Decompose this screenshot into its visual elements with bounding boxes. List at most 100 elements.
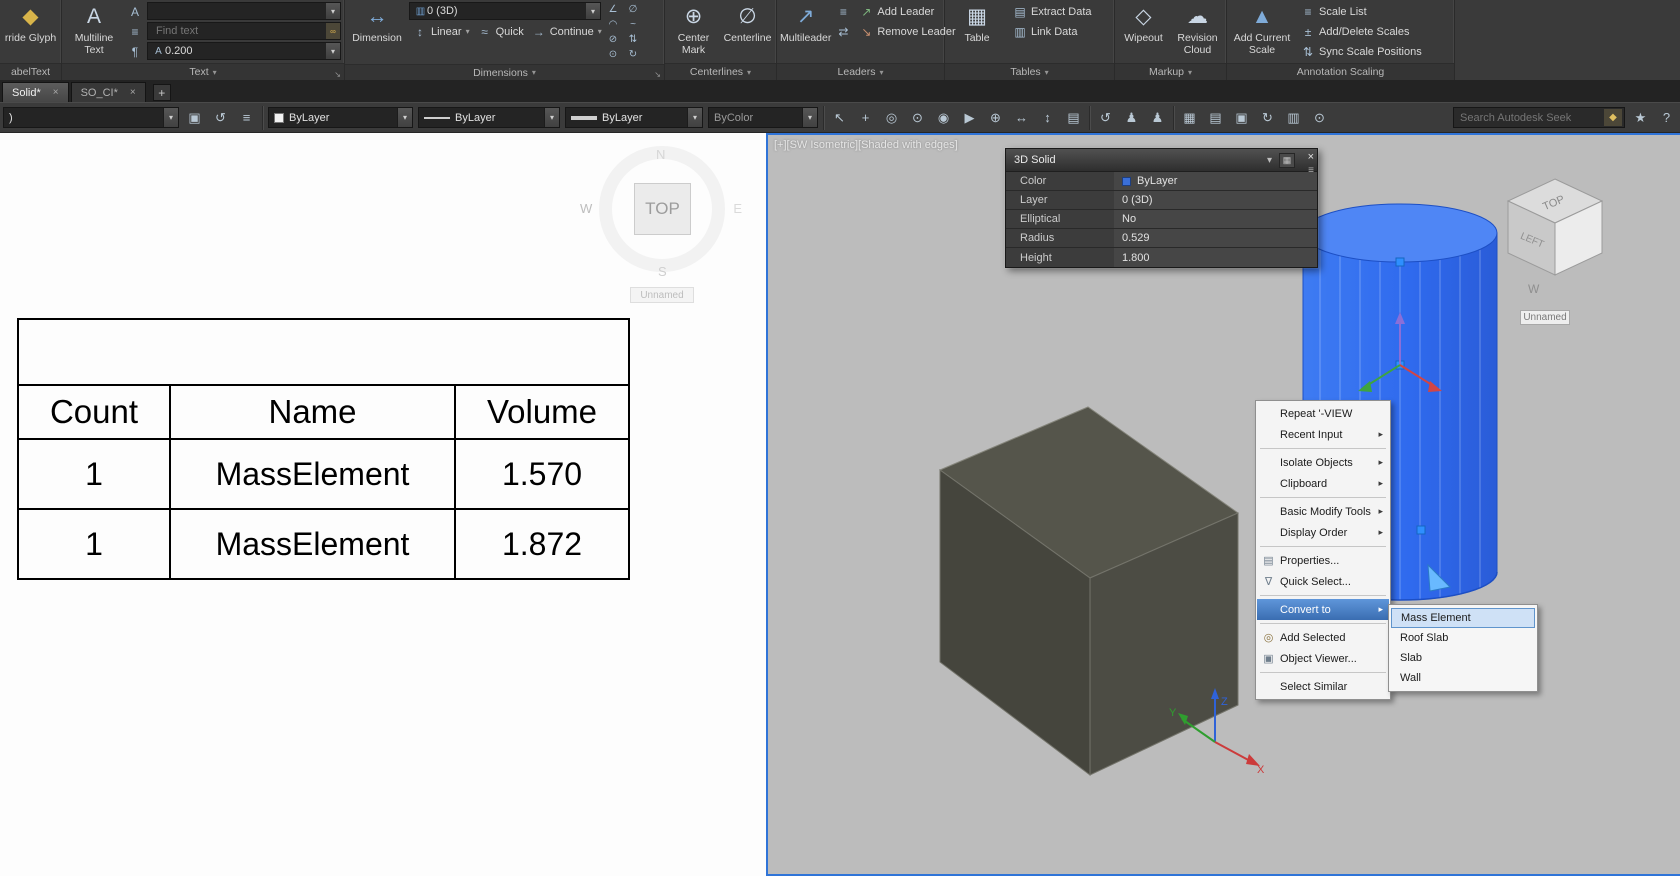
compass-east-label[interactable]: E <box>733 201 742 216</box>
panel-label-centerlines[interactable]: Centerlines ▾ <box>665 63 776 80</box>
panel-label-markup[interactable]: Markup ▾ <box>1115 63 1226 80</box>
viewport-controls-label[interactable]: [+][SW Isometric][Shaded with edges] <box>774 139 958 151</box>
extract-data-button[interactable]: ▤ Extract Data <box>1009 2 1096 21</box>
layer-states-icon[interactable]: ≡ <box>236 107 257 129</box>
menu-item-quick-select[interactable]: ∇ Quick Select... <box>1257 571 1389 592</box>
multileader-button[interactable]: ↗ Multileader <box>780 2 831 61</box>
property-row-elliptical[interactable]: Elliptical No <box>1006 210 1317 229</box>
adjust-space-icon[interactable]: ⇅ <box>624 32 642 47</box>
menu-item-isolate-objects[interactable]: Isolate Objects ▸ <box>1257 452 1389 473</box>
viewcube-top-face[interactable]: TOP <box>634 183 691 235</box>
chevron-down-icon[interactable]: ▾ <box>163 108 178 127</box>
close-icon[interactable]: × <box>53 87 59 98</box>
panel-label-text-panel[interactable]: Text ▾ ↘ <box>62 63 344 80</box>
seek-search-input[interactable] <box>1460 111 1601 124</box>
panel-label-leaders[interactable]: Leaders ▾ <box>777 63 944 80</box>
pan-icon[interactable]: + <box>855 107 876 129</box>
wipeout-button[interactable]: ◇ Wipeout <box>1118 2 1169 61</box>
chevron-down-icon[interactable]: ▾ <box>687 108 702 127</box>
show-motion-icon[interactable]: ▶ <box>959 107 980 129</box>
linetype-combo[interactable]: ByLayer ▾ <box>418 107 560 128</box>
dim-style-combo[interactable]: ▥ 0 (3D) ▾ <box>409 2 601 20</box>
add-current-scale-button[interactable]: ▲ Add Current Scale <box>1230 2 1294 61</box>
menu-item-add-selected[interactable]: ◎ Add Selected <box>1257 627 1389 648</box>
menu-item-clipboard[interactable]: Clipboard ▸ <box>1257 473 1389 494</box>
property-row-radius[interactable]: Radius 0.529 <box>1006 229 1317 248</box>
view-name-badge[interactable]: Unnamed <box>1520 310 1570 325</box>
close-icon[interactable]: × <box>1308 152 1314 163</box>
menu-item-display-order[interactable]: Display Order ▸ <box>1257 522 1389 543</box>
update-dimension-icon[interactable]: ↻ <box>624 47 642 62</box>
file-tab-solid[interactable]: Solid* × <box>2 82 69 102</box>
viewcube-right[interactable]: TOP LEFT W <box>1506 178 1604 296</box>
panel-label-labeltext[interactable]: abelText <box>0 63 61 80</box>
angular-dimension-icon[interactable]: ∠ <box>604 2 622 17</box>
text-justify-icon[interactable]: ≡ <box>126 22 144 41</box>
text-height-combo[interactable]: A 0.200 ▾ <box>147 42 341 60</box>
group-icon[interactable]: ▣ <box>1231 107 1252 129</box>
communication-center-icon[interactable]: ★ <box>1630 107 1651 129</box>
menu-item-convert-to[interactable]: Convert to ▸ <box>1257 599 1389 620</box>
sheet-icon[interactable]: ▤ <box>1205 107 1226 129</box>
viewcube-left[interactable]: N W E S TOP Unnamed <box>580 145 742 303</box>
add-delete-scales-button[interactable]: ± Add/Delete Scales <box>1297 22 1426 41</box>
property-row-color[interactable]: Color ByLayer <box>1006 172 1317 191</box>
layer-combo[interactable]: ) ▾ <box>3 107 179 128</box>
seek-icon[interactable]: ◆ <box>1604 109 1622 126</box>
panel-label-annotation-scaling[interactable]: Annotation Scaling <box>1227 63 1454 80</box>
new-tab-button[interactable]: + <box>152 84 171 101</box>
continue-dimension-button[interactable]: → Continue ▾ <box>528 22 606 41</box>
inspect-dimension-icon[interactable]: ⊙ <box>604 47 622 62</box>
find-text-icon[interactable]: ∞ <box>326 23 340 39</box>
menu-item-basic-modify-tools[interactable]: Basic Modify Tools ▸ <box>1257 501 1389 522</box>
help-icon[interactable]: ? <box>1656 107 1677 129</box>
chevron-down-icon[interactable]: ▾ <box>326 3 340 19</box>
quick-properties-header[interactable]: 3D Solid ▾ ▦ <box>1006 149 1317 172</box>
quick-dimension-button[interactable]: ≈ Quick <box>474 22 528 41</box>
property-row-layer[interactable]: Layer 0 (3D) <box>1006 191 1317 210</box>
box-solid[interactable] <box>938 406 1240 777</box>
customize-icon[interactable]: ▦ <box>1279 152 1295 168</box>
chevron-down-icon[interactable]: ▾ <box>326 43 340 59</box>
submenu-item-mass-element[interactable]: Mass Element <box>1391 608 1535 628</box>
diameter-dimension-icon[interactable]: ∅ <box>624 2 642 17</box>
globe-icon[interactable]: ⊕ <box>985 107 1006 129</box>
close-icon[interactable]: × <box>130 87 136 98</box>
move-icon[interactable]: ↕ <box>1037 107 1058 129</box>
chevron-down-icon[interactable]: ▾ <box>1267 155 1272 166</box>
measure-icon[interactable]: ↔ <box>1011 107 1032 129</box>
palette-options-icon[interactable]: ≡ <box>1308 166 1314 176</box>
arc-dimension-icon[interactable]: ◠ <box>604 17 622 32</box>
dimension-button[interactable]: ↔ Dimension <box>348 2 406 62</box>
find-text-input[interactable] <box>152 25 324 37</box>
align-leaders-icon[interactable]: ≡ <box>834 2 852 21</box>
text-style-icon[interactable]: A <box>126 2 144 21</box>
orbit-icon[interactable]: ⊙ <box>907 107 928 129</box>
layer-previous-icon[interactable]: ↺ <box>210 107 231 129</box>
submenu-item-wall[interactable]: Wall <box>1391 668 1535 688</box>
text-annotative-icon[interactable]: ¶ <box>126 42 144 61</box>
make-layer-current-icon[interactable]: ▣ <box>184 107 205 129</box>
linear-dimension-button[interactable]: ↕ Linear ▾ <box>409 22 474 41</box>
compass-south-label[interactable]: S <box>658 264 667 279</box>
chevron-down-icon[interactable]: ▾ <box>397 108 412 127</box>
view-name-badge[interactable]: Unnamed <box>630 287 694 303</box>
layout-grid-icon[interactable]: ▦ <box>1179 107 1200 129</box>
centerline-button[interactable]: ∅ Centerline <box>722 2 773 61</box>
chevron-down-icon[interactable]: ▾ <box>544 108 559 127</box>
viewport-left[interactable]: N W E S TOP Unnamed Count Name Volume 1 … <box>0 133 766 876</box>
compass-north-label[interactable]: N <box>656 147 665 162</box>
compass-west-label[interactable]: W <box>580 201 592 216</box>
sync-scale-positions-button[interactable]: ⇅ Sync Scale Positions <box>1297 42 1426 61</box>
menu-item-select-similar[interactable]: Select Similar <box>1257 676 1389 697</box>
chevron-down-icon[interactable]: ▾ <box>586 3 600 19</box>
match-properties-icon[interactable]: ▤ <box>1063 107 1084 129</box>
revision-cloud-button[interactable]: ☁ Revision Cloud <box>1172 2 1223 61</box>
panel-launcher-icon[interactable]: ↘ <box>654 70 661 79</box>
user-icon[interactable]: ♟ <box>1121 107 1142 129</box>
undo-icon[interactable]: ↺ <box>1095 107 1116 129</box>
chevron-down-icon[interactable]: ▾ <box>802 108 817 127</box>
file-tab-so-ci[interactable]: SO_CI* × <box>70 82 146 102</box>
property-row-height[interactable]: Height 1.800 <box>1006 248 1317 267</box>
find-text-field[interactable]: ∞ <box>147 22 341 40</box>
